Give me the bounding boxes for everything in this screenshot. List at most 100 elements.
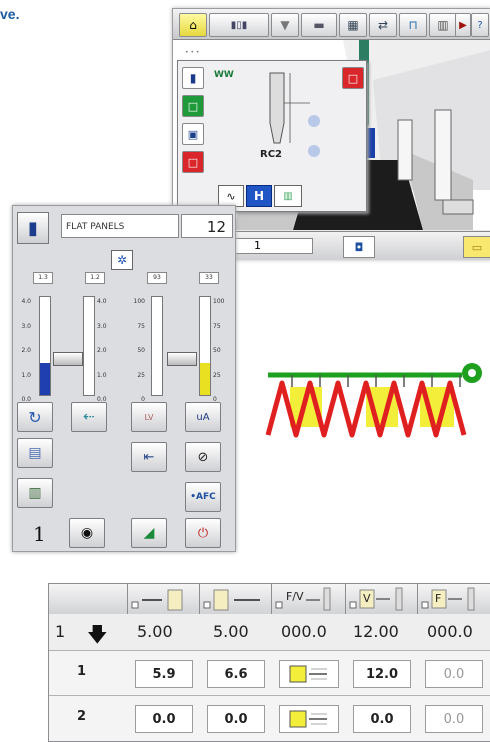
row-2-cell-4[interactable]: 0.0 (353, 705, 411, 733)
angle-button[interactable]: ◢ (131, 518, 167, 548)
lv-button[interactable]: LV (131, 402, 167, 432)
force-icon (421, 587, 475, 611)
view-button[interactable]: ◉ (69, 518, 105, 548)
ua-button[interactable]: uA (185, 402, 221, 432)
row-1-cell-2[interactable]: 6.6 (207, 660, 265, 688)
tools-icon: ▥ (28, 485, 42, 501)
wave-icon: ∿ (226, 189, 236, 203)
afc-label: •AFC (190, 492, 216, 502)
fv-mode-icon (289, 665, 327, 683)
row-2-cell-5[interactable]: 0.0 (425, 705, 483, 733)
setpoint-index: 1 (55, 622, 66, 641)
punch-button[interactable]: ▼ (271, 13, 299, 37)
row-1-cell-5[interactable]: 0.0 (425, 660, 483, 688)
program-icon-button[interactable]: ▮ (17, 212, 49, 244)
die-view-button[interactable]: ◘ (343, 236, 375, 258)
slider-track-3[interactable] (151, 296, 163, 396)
clear-button[interactable]: ⊘ (185, 442, 221, 472)
slider-value-1: 1.3 (33, 272, 53, 284)
help-button[interactable]: ? (471, 13, 489, 37)
row-2-cell-2[interactable]: 0.0 (207, 705, 265, 733)
force-speed-icon (275, 587, 331, 611)
folder-button[interactable]: ▭ (463, 236, 490, 258)
row-1-fv-button[interactable] (279, 660, 339, 688)
tool-name: RC2 (260, 149, 282, 160)
table-header-col-4[interactable]: V (346, 584, 418, 615)
press-toolbar: ⌂ ▮▯▮ ▼ ▬ ▦ ⇄ ⊓ ▥ ▶ ? (173, 9, 490, 40)
slider-fill-4 (200, 363, 210, 395)
h-mode-button[interactable]: H (246, 185, 272, 207)
row-1-cell-4[interactable]: 12.0 (353, 660, 411, 688)
die-button[interactable]: ▬ (301, 13, 337, 37)
settings-icon: ▣ (187, 127, 199, 141)
eye-icon: ◉ (80, 525, 94, 541)
machine-icon: ▥ (437, 18, 449, 32)
gauge-icon: ⇤ (143, 449, 155, 465)
slider-track-1[interactable] (39, 296, 51, 396)
slider-track-2[interactable] (83, 296, 95, 396)
force-label: F (435, 592, 442, 605)
fv-mode-icon (289, 710, 327, 728)
row-2-fv-button[interactable] (279, 705, 339, 733)
table-header-col-5[interactable]: F (418, 584, 490, 615)
rotate-icon: ↻ (28, 407, 42, 427)
wave-mode-button[interactable]: ∿ (218, 185, 244, 207)
row-2-cell-1[interactable]: 0.0 (135, 705, 193, 733)
backgauge-finger-right (434, 109, 452, 201)
program-icon: ▮ (28, 217, 38, 239)
tool-library-button[interactable]: ▮▯▮ (209, 13, 269, 37)
setpoint-value-5[interactable]: 000.0 (427, 622, 473, 641)
punch-icon: ▼ (280, 18, 290, 32)
red-status-button[interactable]: □ (182, 151, 204, 173)
close-popup-button[interactable]: □ (342, 67, 364, 89)
tilt-icon: ⇠ (83, 409, 95, 425)
gap-left-icon (131, 589, 183, 611)
h-icon: H (253, 189, 265, 203)
table-header-col-2[interactable] (200, 584, 272, 615)
folder-icon: ▭ (471, 240, 483, 254)
bend-sim-button[interactable]: ⊓ (399, 13, 427, 37)
arrow-down-icon[interactable]: 🡇 (87, 620, 108, 654)
row-1-cell-1[interactable]: 5.9 (135, 660, 193, 688)
tools-icon: ▮▯▮ (230, 19, 248, 31)
table-header-col-3[interactable]: F/V (272, 584, 346, 615)
rotate-button[interactable]: ↻ (17, 402, 53, 432)
slider-track-4[interactable] (199, 296, 211, 396)
layout-button[interactable]: ▦ (339, 13, 367, 37)
setpoint-value-2[interactable]: 5.00 (213, 622, 249, 641)
program-name-field[interactable]: FLAT PANELS (61, 214, 179, 238)
backgauge-finger-left (397, 119, 413, 181)
table-header-col-1[interactable] (128, 584, 200, 615)
play-icon: ▶ (459, 19, 467, 31)
die-icon: ▬ (313, 18, 325, 32)
slider-handle-3[interactable] (167, 352, 197, 366)
slider-value-2: 1.2 (85, 272, 105, 284)
settings-button[interactable]: ✲ (111, 250, 133, 270)
tooling-icon: ▥ (283, 190, 293, 202)
gauge-move-button[interactable]: ⇤ (131, 442, 167, 472)
gap-right-icon (203, 589, 260, 611)
speed-label: V (363, 592, 371, 605)
program-number-field[interactable]: 12 (181, 214, 233, 238)
tool-type-button[interactable]: ▮ (182, 67, 204, 89)
layers-icon: ▤ (28, 445, 42, 461)
setpoint-value-4[interactable]: 12.00 (353, 622, 399, 641)
tilt-button[interactable]: ⇠ (71, 402, 107, 432)
tool-view-button[interactable]: ▥ (274, 185, 302, 207)
play-button[interactable]: ▶ (455, 13, 471, 37)
layers-button[interactable]: ▤ (17, 438, 53, 468)
power-button[interactable]: ⏻ (185, 518, 221, 548)
machine-button[interactable]: ▥ (429, 13, 457, 37)
tool-settings-button[interactable]: ▣ (182, 123, 204, 145)
slider-handle-1[interactable] (53, 352, 83, 366)
backgauge-button[interactable]: ⇄ (369, 13, 397, 37)
afc-button[interactable]: •AFC (185, 482, 221, 512)
home-button[interactable]: ⌂ (179, 13, 207, 37)
green-status-button[interactable]: □ (182, 95, 204, 117)
table-row (49, 651, 490, 696)
machine-tools-button[interactable]: ▥ (17, 478, 53, 508)
setpoint-value-3[interactable]: 000.0 (281, 622, 327, 641)
tool-info-popup: ▮ □ ▣ □ □ WW RC2 ∿ H ▥ (177, 60, 367, 212)
backgauge-icon: ⇄ (377, 18, 389, 32)
setpoint-value-1[interactable]: 5.00 (137, 622, 173, 641)
